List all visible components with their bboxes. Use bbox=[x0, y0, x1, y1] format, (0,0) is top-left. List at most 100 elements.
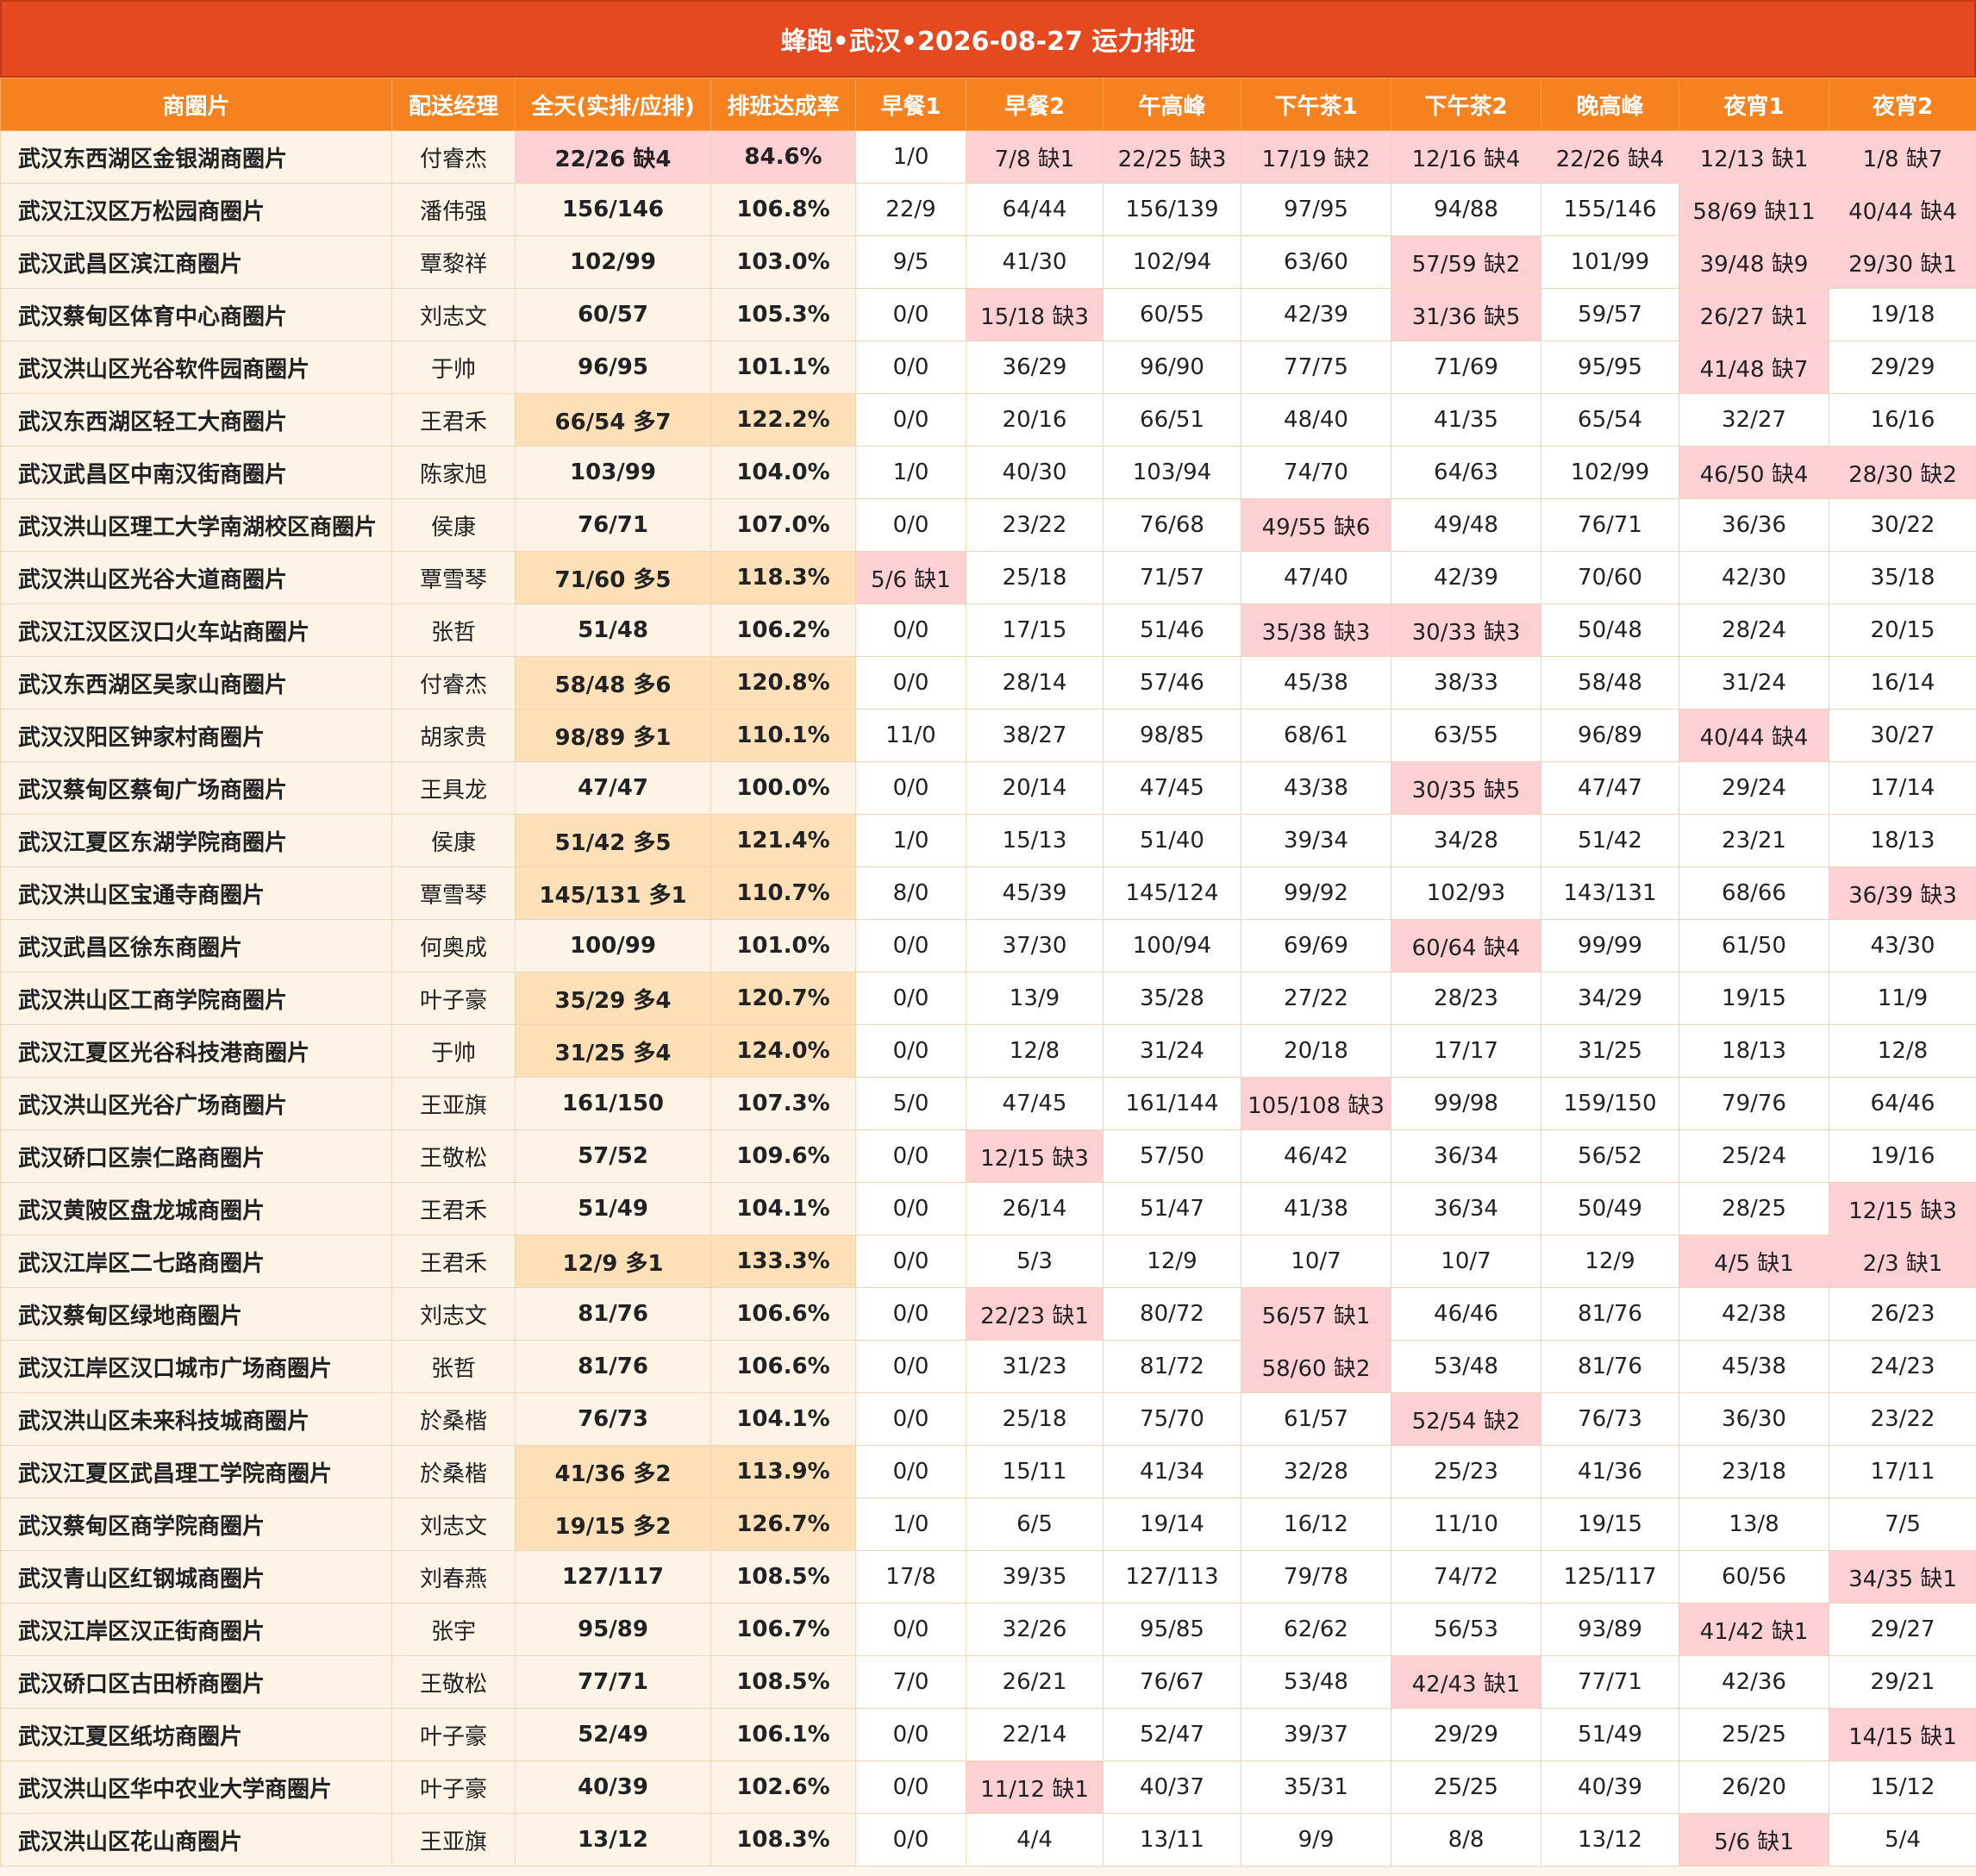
slot-cell: 25/23 bbox=[1391, 1445, 1541, 1498]
rate-cell: 107.0% bbox=[710, 498, 856, 552]
slot-cell: 74/72 bbox=[1391, 1550, 1541, 1604]
slot-cell: 51/49 bbox=[1541, 1708, 1679, 1761]
rate-cell: 101.0% bbox=[710, 919, 856, 972]
slot-cell: 81/76 bbox=[1541, 1340, 1679, 1393]
area-cell: 武汉江岸区汉口城市广场商圈片 bbox=[0, 1340, 392, 1393]
table-row: 武汉江夏区纸坊商圈片 叶子豪 52/49 106.1% 0/0 22/14 52/47 39/… bbox=[0, 1708, 1976, 1761]
slot-cell: 42/43 缺1 bbox=[1391, 1655, 1541, 1709]
slot-cell: 8/0 bbox=[855, 866, 966, 920]
table-row: 武汉江夏区武昌理工学院商圈片 於桑楷 41/36 多2 113.9% 0/0 15/11 4… bbox=[0, 1445, 1976, 1498]
slot-cell: 17/11 bbox=[1829, 1445, 1976, 1498]
slot-cell: 14/15 缺1 bbox=[1829, 1708, 1976, 1761]
slot-cell: 5/6 缺1 bbox=[1679, 1813, 1829, 1867]
slot-cell: 22/14 bbox=[966, 1708, 1104, 1761]
total-cell: 13/12 bbox=[515, 1813, 711, 1867]
slot-cell: 31/24 bbox=[1103, 1024, 1241, 1078]
table-row: 武汉武昌区滨江商圈片 覃黎祥 102/99 103.0% 9/5 41/30 102/94 6… bbox=[0, 235, 1976, 289]
slot-cell: 19/16 bbox=[1829, 1129, 1976, 1183]
column-header-afternoon-tea2: 下午茶2 bbox=[1391, 78, 1541, 131]
table-header-row: 商圈片 配送经理 全天(实排/应排) 排班达成率 早餐1 早餐2 午高峰 下午茶… bbox=[0, 78, 1976, 131]
slot-cell: 69/69 bbox=[1241, 919, 1391, 972]
slot-cell: 31/25 bbox=[1541, 1024, 1679, 1078]
total-cell: 40/39 bbox=[515, 1760, 711, 1814]
slot-cell: 40/37 bbox=[1103, 1760, 1241, 1814]
slot-cell: 31/24 bbox=[1679, 656, 1829, 710]
slot-cell: 41/34 bbox=[1103, 1445, 1241, 1498]
slot-cell: 41/38 bbox=[1241, 1182, 1391, 1235]
rate-cell: 106.6% bbox=[710, 1287, 856, 1341]
rate-cell: 122.2% bbox=[710, 393, 856, 447]
slot-cell: 32/26 bbox=[966, 1603, 1104, 1656]
slot-cell: 30/27 bbox=[1829, 709, 1976, 762]
slot-cell: 50/49 bbox=[1541, 1182, 1679, 1235]
manager-cell: 侯康 bbox=[391, 814, 516, 867]
area-cell: 武汉武昌区滨江商圈片 bbox=[0, 235, 392, 289]
slot-cell: 36/39 缺3 bbox=[1829, 866, 1976, 920]
slot-cell: 12/8 bbox=[966, 1024, 1104, 1078]
slot-cell: 0/0 bbox=[855, 1287, 966, 1341]
slot-cell: 51/40 bbox=[1103, 814, 1241, 867]
slot-cell: 57/59 缺2 bbox=[1391, 235, 1541, 289]
slot-cell: 61/50 bbox=[1679, 919, 1829, 972]
slot-cell: 22/25 缺3 bbox=[1103, 130, 1241, 184]
slot-cell: 34/28 bbox=[1391, 814, 1541, 867]
slot-cell: 4/4 bbox=[966, 1813, 1104, 1867]
manager-cell: 王君禾 bbox=[391, 393, 516, 447]
slot-cell: 18/13 bbox=[1829, 814, 1976, 867]
slot-cell: 52/54 缺2 bbox=[1391, 1392, 1541, 1446]
table-row: 武汉硚口区崇仁路商圈片 王敬松 57/52 109.6% 0/0 12/15 缺3 57/5… bbox=[0, 1129, 1976, 1183]
slot-cell: 29/24 bbox=[1679, 761, 1829, 815]
slot-cell: 41/36 bbox=[1541, 1445, 1679, 1498]
total-cell: 100/99 bbox=[515, 919, 711, 972]
slot-cell: 74/70 bbox=[1241, 446, 1391, 499]
slot-cell: 5/6 缺1 bbox=[855, 551, 966, 604]
manager-cell: 王亚旗 bbox=[391, 1077, 516, 1130]
total-cell: 145/131 多1 bbox=[515, 866, 711, 920]
slot-cell: 161/144 bbox=[1103, 1077, 1241, 1130]
slot-cell: 19/15 bbox=[1679, 972, 1829, 1025]
slot-cell: 17/15 bbox=[966, 603, 1104, 657]
rate-cell: 108.5% bbox=[710, 1550, 856, 1604]
table-row: 武汉东西湖区吴家山商圈片 付睿杰 58/48 多6 120.8% 0/0 28/14 57/… bbox=[0, 656, 1976, 710]
slot-cell: 76/68 bbox=[1103, 498, 1241, 552]
slot-cell: 42/36 bbox=[1679, 1655, 1829, 1709]
slot-cell: 25/24 bbox=[1679, 1129, 1829, 1183]
slot-cell: 7/8 缺1 bbox=[966, 130, 1104, 184]
rate-cell: 107.3% bbox=[710, 1077, 856, 1130]
area-cell: 武汉洪山区光谷大道商圈片 bbox=[0, 551, 392, 604]
rate-cell: 102.6% bbox=[710, 1760, 856, 1814]
slot-cell: 71/57 bbox=[1103, 551, 1241, 604]
total-cell: 57/52 bbox=[515, 1129, 711, 1183]
total-cell: 19/15 多2 bbox=[515, 1498, 711, 1551]
slot-cell: 38/33 bbox=[1391, 656, 1541, 710]
total-cell: 102/99 bbox=[515, 235, 711, 289]
manager-cell: 王君禾 bbox=[391, 1235, 516, 1288]
schedule-table: 商圈片 配送经理 全天(实排/应排) 排班达成率 早餐1 早餐2 午高峰 下午茶… bbox=[0, 78, 1976, 1867]
slot-cell: 98/85 bbox=[1103, 709, 1241, 762]
slot-cell: 17/8 bbox=[855, 1550, 966, 1604]
slot-cell: 15/11 bbox=[966, 1445, 1104, 1498]
slot-cell: 0/0 bbox=[855, 1235, 966, 1288]
rate-cell: 113.9% bbox=[710, 1445, 856, 1498]
slot-cell: 12/9 bbox=[1103, 1235, 1241, 1288]
rate-cell: 108.3% bbox=[710, 1813, 856, 1867]
slot-cell: 16/16 bbox=[1829, 393, 1976, 447]
column-header-total: 全天(实排/应排) bbox=[515, 78, 711, 131]
slot-cell: 13/9 bbox=[966, 972, 1104, 1025]
slot-cell: 50/48 bbox=[1541, 603, 1679, 657]
rate-cell: 109.6% bbox=[710, 1129, 856, 1183]
slot-cell: 70/60 bbox=[1541, 551, 1679, 604]
slot-cell: 58/69 缺11 bbox=[1679, 183, 1829, 236]
slot-cell: 99/92 bbox=[1241, 866, 1391, 920]
total-cell: 81/76 bbox=[515, 1287, 711, 1341]
slot-cell: 47/40 bbox=[1241, 551, 1391, 604]
table-row: 武汉东西湖区金银湖商圈片 付睿杰 22/26 缺4 84.6% 1/0 7/8 缺1 22/… bbox=[0, 130, 1976, 184]
area-cell: 武汉武昌区徐东商圈片 bbox=[0, 919, 392, 972]
slot-cell: 35/28 bbox=[1103, 972, 1241, 1025]
rate-cell: 106.8% bbox=[710, 183, 856, 236]
slot-cell: 23/21 bbox=[1679, 814, 1829, 867]
slot-cell: 41/30 bbox=[966, 235, 1104, 289]
manager-cell: 於桑楷 bbox=[391, 1392, 516, 1446]
total-cell: 35/29 多4 bbox=[515, 972, 711, 1025]
column-header-breakfast1: 早餐1 bbox=[855, 78, 966, 131]
